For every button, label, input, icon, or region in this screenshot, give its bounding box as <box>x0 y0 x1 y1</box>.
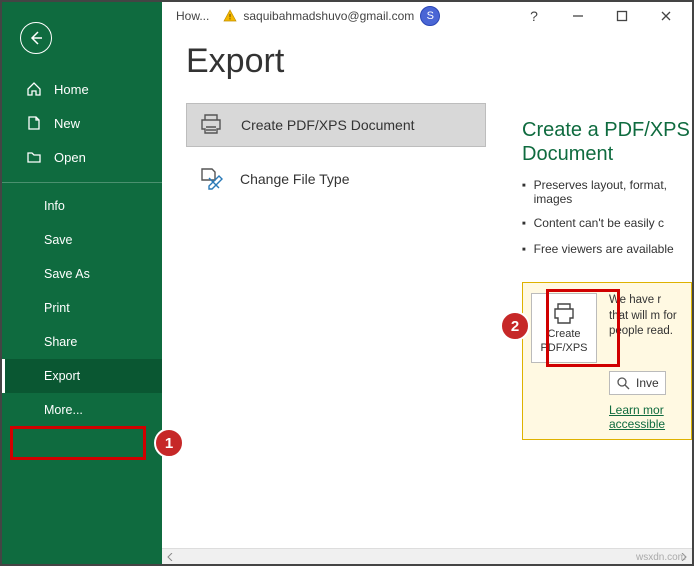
user-email: saquibahmadshuvo@gmail.com <box>243 9 414 23</box>
content-area: Export Create PDF/XPS Document Change Fi… <box>162 2 692 564</box>
option-change-file-type[interactable]: Change File Type <box>186 157 486 201</box>
new-icon <box>26 115 42 131</box>
nav-label: Save <box>44 233 73 247</box>
nav-label: More... <box>44 403 83 417</box>
home-icon <box>26 81 42 97</box>
option-create-pdf-xps[interactable]: Create PDF/XPS Document <box>186 103 486 147</box>
nav-label: Info <box>44 199 65 213</box>
change-file-type-icon <box>196 165 224 193</box>
nav-label: Export <box>44 369 80 383</box>
printer-icon <box>197 111 225 139</box>
window: Home New Open Info Save Save As Print Sh… <box>0 0 694 566</box>
chevron-left-icon <box>166 553 174 561</box>
button-label: Inve <box>636 376 659 390</box>
nav-export[interactable]: Export <box>2 359 162 393</box>
create-pdf-xps-button[interactable]: Create PDF/XPS <box>531 293 597 363</box>
investigate-button[interactable]: Inve <box>609 371 666 395</box>
button-label-line1: Create <box>547 328 580 340</box>
info-bullet: Content can't be easily c <box>522 216 692 232</box>
title-bar: How... saquibahmadshuvo@gmail.com S ? <box>162 2 692 30</box>
nav-home[interactable]: Home <box>2 72 162 106</box>
search-icon <box>616 376 630 390</box>
close-button[interactable] <box>646 4 686 28</box>
nav-more[interactable]: More... <box>2 393 162 427</box>
document-title: How... <box>176 9 209 23</box>
info-bullet: Preserves layout, format, images <box>522 178 692 206</box>
warning-icon <box>223 9 237 23</box>
open-icon <box>26 149 42 165</box>
nav-label: New <box>54 116 80 131</box>
watermark: wsxdn.com <box>636 552 686 563</box>
info-title: Create a PDF/XPS Document <box>522 118 692 166</box>
learn-more-link[interactable]: Learn mor accessible <box>609 403 683 431</box>
back-button[interactable] <box>20 22 52 54</box>
scroll-left-button[interactable] <box>162 550 178 564</box>
option-label: Change File Type <box>240 171 349 187</box>
nav-label: Share <box>44 335 77 349</box>
minimize-button[interactable] <box>558 4 598 28</box>
accessibility-tip-box: Create PDF/XPS We have r that will m for… <box>522 282 692 440</box>
avatar: S <box>420 6 440 26</box>
nav-print[interactable]: Print <box>2 291 162 325</box>
nav-label: Print <box>44 301 70 315</box>
accessibility-tip-text: We have r that will m for people read. <box>609 293 683 363</box>
nav-open[interactable]: Open <box>2 140 162 174</box>
backstage-sidebar: Home New Open Info Save Save As Print Sh… <box>2 2 162 564</box>
info-bullet: Free viewers are available <box>522 242 692 258</box>
annotation-callout-2: 2 <box>500 311 530 341</box>
user-account[interactable]: saquibahmadshuvo@gmail.com S <box>223 6 440 26</box>
back-arrow-icon <box>28 30 44 46</box>
annotation-callout-1: 1 <box>154 428 184 458</box>
nav-label: Save As <box>44 267 90 281</box>
nav-divider <box>2 182 162 183</box>
nav-new[interactable]: New <box>2 106 162 140</box>
button-label-line2: PDF/XPS <box>540 342 587 354</box>
nav-label: Home <box>54 82 89 97</box>
nav-info[interactable]: Info <box>2 189 162 223</box>
horizontal-scrollbar[interactable] <box>162 548 692 564</box>
help-button[interactable]: ? <box>514 4 554 28</box>
printer-icon <box>550 302 578 326</box>
info-panel: Create a PDF/XPS Document Preserves layo… <box>522 118 692 268</box>
option-label: Create PDF/XPS Document <box>241 117 415 133</box>
maximize-button[interactable] <box>602 4 642 28</box>
page-title: Export <box>186 42 692 81</box>
info-bullet-list: Preserves layout, format, images Content… <box>522 178 692 258</box>
nav-share[interactable]: Share <box>2 325 162 359</box>
nav-save[interactable]: Save <box>2 223 162 257</box>
nav-label: Open <box>54 150 86 165</box>
nav-save-as[interactable]: Save As <box>2 257 162 291</box>
